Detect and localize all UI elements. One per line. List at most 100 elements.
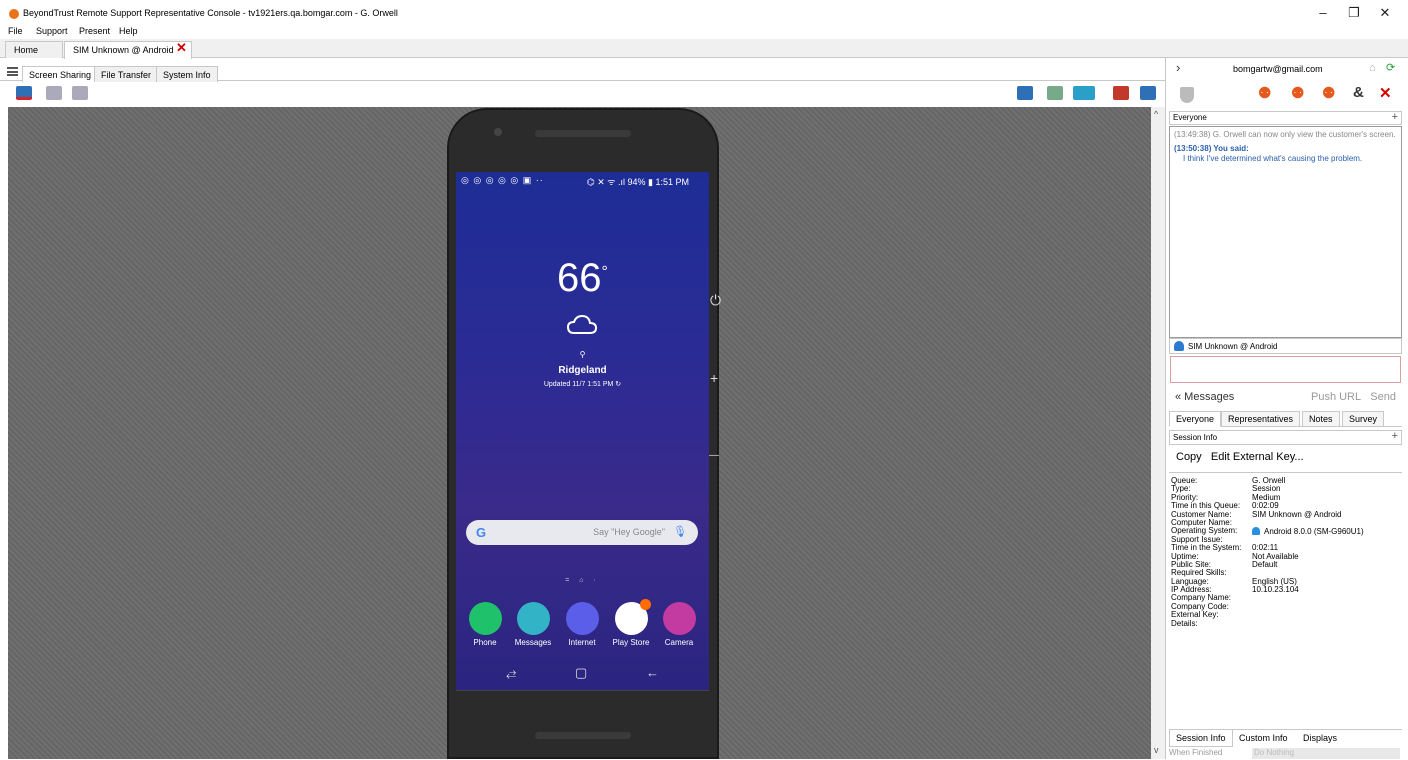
send-button[interactable]: Send: [1370, 391, 1396, 403]
when-finished-label: When Finished: [1169, 748, 1223, 757]
tab-session[interactable]: SIM Unknown @ Android: [64, 41, 192, 59]
location-pin-icon: ⚲: [579, 350, 586, 359]
android-nav-bar: ⥄ ▢ ←: [456, 660, 709, 690]
close-window-button[interactable]: ✕: [1370, 4, 1400, 22]
restore-button[interactable]: ❐: [1339, 4, 1369, 22]
tab-representatives[interactable]: Representatives: [1221, 411, 1301, 426]
expand-icon[interactable]: +: [1392, 430, 1398, 442]
mic-icon[interactable]: 🎙: [673, 525, 687, 538]
app-internet[interactable]: Internet: [557, 602, 607, 647]
session-info-title: Session Info: [1173, 433, 1218, 442]
sub-tabs: Screen Sharing File Transfer System Info: [0, 62, 1165, 82]
app-messages[interactable]: Messages: [508, 602, 558, 647]
chat-actions: « Messages Push URL Send: [1169, 388, 1402, 406]
chat-message-input[interactable]: [1170, 356, 1401, 383]
fullscreen-icon[interactable]: [1140, 86, 1156, 100]
multi-monitor-icon[interactable]: [1047, 86, 1063, 100]
invite-rep-icon[interactable]: ⚉: [1322, 84, 1335, 102]
viewer-scrollbar[interactable]: ^ v: [1151, 107, 1165, 759]
monitor-select-icon[interactable]: [1017, 86, 1033, 100]
app-camera[interactable]: Camera: [654, 602, 704, 647]
menu-file[interactable]: File: [8, 26, 23, 36]
google-icon: G: [476, 525, 487, 540]
volume-up-icon[interactable]: +: [710, 370, 718, 386]
app-label: Play Store: [612, 638, 650, 647]
weather-updated: Updated 11/7 1:51 PM ↻: [543, 381, 622, 388]
volume-down-icon[interactable]: —: [709, 450, 719, 461]
app-play-store[interactable]: Play Store: [606, 599, 656, 647]
google-search-bar[interactable]: G Say "Hey Google" 🎙: [466, 520, 698, 545]
title-bar: BeyondTrust Remote Support Representativ…: [0, 0, 1408, 24]
rep-email: bomgartw@gmail.com: [1233, 64, 1323, 74]
tab-custom-info[interactable]: Custom Info: [1233, 730, 1294, 746]
transfer-session-icon[interactable]: ⚉: [1258, 84, 1271, 102]
tab-system-info[interactable]: System Info: [156, 66, 218, 82]
scroll-down-icon[interactable]: v: [1154, 745, 1159, 755]
home-icon[interactable]: ⌂: [1369, 62, 1376, 74]
messages-app-icon: [516, 602, 550, 635]
phone-screen[interactable]: ◎ ◎ ◎ ◎ ◎ ▣ ·· ⌬ ✕ ᯤ .ıl 94% ▮ 1:51 PM 6…: [456, 172, 709, 690]
info-label: Details:: [1171, 618, 1198, 628]
menu-bar: File Support Present Help: [0, 24, 600, 38]
annotation-icon[interactable]: [1113, 86, 1129, 100]
app-label: Internet: [568, 638, 596, 647]
messages-link[interactable]: « Messages: [1175, 391, 1234, 403]
info-value: SIM Unknown @ Android: [1252, 509, 1342, 519]
power-icon[interactable]: ⏻: [710, 292, 721, 309]
tab-survey[interactable]: Survey: [1342, 411, 1385, 426]
app-phone[interactable]: Phone: [460, 602, 510, 647]
tab-everyone[interactable]: Everyone: [1169, 411, 1222, 427]
push-url-button[interactable]: Push URL: [1311, 391, 1361, 403]
window-title: BeyondTrust Remote Support Representativ…: [23, 8, 398, 18]
minimize-button[interactable]: –: [1308, 4, 1338, 22]
view-only-icon[interactable]: [46, 86, 62, 100]
chat-header: Everyone +: [1169, 111, 1402, 125]
collapse-panel-icon[interactable]: ›: [1176, 60, 1180, 75]
beyondtrust-logo-icon: [9, 9, 19, 19]
you-said-header: (13:50:38) You said:: [1174, 144, 1249, 153]
scaling-icon[interactable]: [1073, 86, 1095, 100]
session-info-actions: Copy Edit External Key...: [1176, 451, 1304, 463]
tab-notes[interactable]: Notes: [1302, 411, 1340, 426]
refresh-icon[interactable]: ⟳: [1386, 61, 1395, 74]
app-label: Phone: [473, 638, 497, 647]
tab-home[interactable]: Home: [5, 41, 63, 58]
session-info-list: Queue: G. Orwell Type: Session Priority: Me…: [1169, 472, 1402, 728]
control-icon[interactable]: [72, 86, 88, 100]
temperature: 66°: [557, 256, 608, 300]
tab-screen-sharing[interactable]: Screen Sharing: [22, 66, 99, 82]
hamburger-menu-icon[interactable]: [7, 67, 18, 76]
recipient-name: SIM Unknown @ Android: [1188, 342, 1278, 351]
expand-icon[interactable]: +: [1392, 111, 1398, 123]
close-session-icon[interactable]: ✕: [176, 40, 187, 56]
notification-badge: [639, 599, 651, 610]
screen-sharing-toolbar: [0, 83, 1165, 107]
end-session-icon[interactable]: ✕: [1379, 84, 1392, 102]
info-value: Default: [1252, 559, 1278, 569]
tab-displays[interactable]: Displays: [1297, 730, 1343, 746]
tab-file-transfer[interactable]: File Transfer: [94, 66, 159, 82]
share-session-icon[interactable]: ⚉: [1291, 84, 1304, 102]
edit-external-key-button[interactable]: Edit External Key...: [1211, 451, 1304, 463]
system-message: (13:49:38) G. Orwell can now only view t…: [1174, 130, 1396, 139]
copy-button[interactable]: Copy: [1176, 451, 1202, 463]
stop-sharing-icon[interactable]: [16, 86, 32, 100]
menu-present[interactable]: Present: [79, 26, 110, 36]
scroll-up-icon[interactable]: ^: [1154, 109, 1158, 119]
chat-tabs: Everyone Representatives Notes Survey: [1169, 410, 1402, 427]
shield-icon: [1180, 87, 1194, 103]
app-label: Messages: [514, 638, 552, 647]
info-tabs: Session Info Custom Info Displays: [1169, 729, 1402, 747]
page-indicator: = ⌂ ·: [565, 577, 600, 584]
status-bar: ◎ ◎ ◎ ◎ ◎ ▣ ·· ⌬ ✕ ᯤ .ıl 94% ▮ 1:51 PM: [456, 172, 709, 188]
menu-support[interactable]: Support: [36, 26, 68, 36]
when-finished-select[interactable]: Do Nothing: [1252, 748, 1400, 759]
recent-apps-icon[interactable]: ⥄: [506, 665, 516, 681]
when-finished-row: When Finished Do Nothing: [1169, 748, 1402, 760]
menu-help[interactable]: Help: [119, 26, 138, 36]
back-icon[interactable]: ←: [646, 665, 659, 680]
remove-rep-icon[interactable]: &: [1353, 84, 1364, 101]
tab-session-info[interactable]: Session Info: [1169, 730, 1233, 747]
home-icon[interactable]: ▢: [575, 665, 587, 681]
top-speaker: [535, 130, 631, 137]
